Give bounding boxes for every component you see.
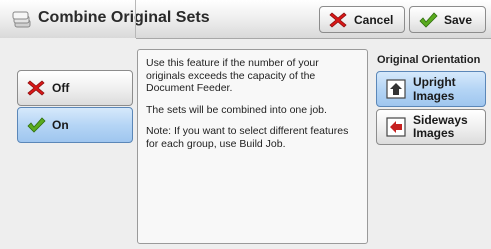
red-x-icon <box>329 11 347 28</box>
green-check-icon <box>27 117 46 133</box>
info-text-combined: The sets will be combined into one job. <box>146 103 327 116</box>
info-message-box: Use this feature if the number of your o… <box>137 49 368 244</box>
green-check-icon <box>419 11 438 28</box>
info-text-note: Note: If you want to select different fe… <box>146 125 349 150</box>
off-button[interactable]: Off <box>17 70 133 106</box>
upright-page-icon <box>386 79 406 99</box>
red-x-icon <box>27 80 45 96</box>
on-button[interactable]: On <box>17 107 133 143</box>
cancel-button-label: Cancel <box>354 12 394 27</box>
off-button-label: Off <box>52 81 70 95</box>
save-button[interactable]: Save <box>409 6 486 33</box>
cancel-button[interactable]: Cancel <box>319 6 405 33</box>
sideways-images-button[interactable]: Sideways Images <box>376 109 486 145</box>
title-bar: Combine Original Sets Cancel Save <box>0 0 491 39</box>
orientation-heading: Original Orientation <box>377 54 481 66</box>
page-title: Combine Original Sets <box>38 9 210 26</box>
upright-images-button[interactable]: Upright Images <box>376 71 486 107</box>
save-button-label: Save <box>444 12 473 27</box>
info-text-capacity: Use this feature if the number of your o… <box>146 57 319 94</box>
upright-images-label: Upright Images <box>413 75 456 103</box>
on-button-label: On <box>52 118 69 132</box>
sideways-images-label: Sideways Images <box>413 113 468 140</box>
sideways-page-icon <box>386 117 406 137</box>
stacked-pages-icon <box>12 11 31 28</box>
title-divider <box>135 0 136 38</box>
